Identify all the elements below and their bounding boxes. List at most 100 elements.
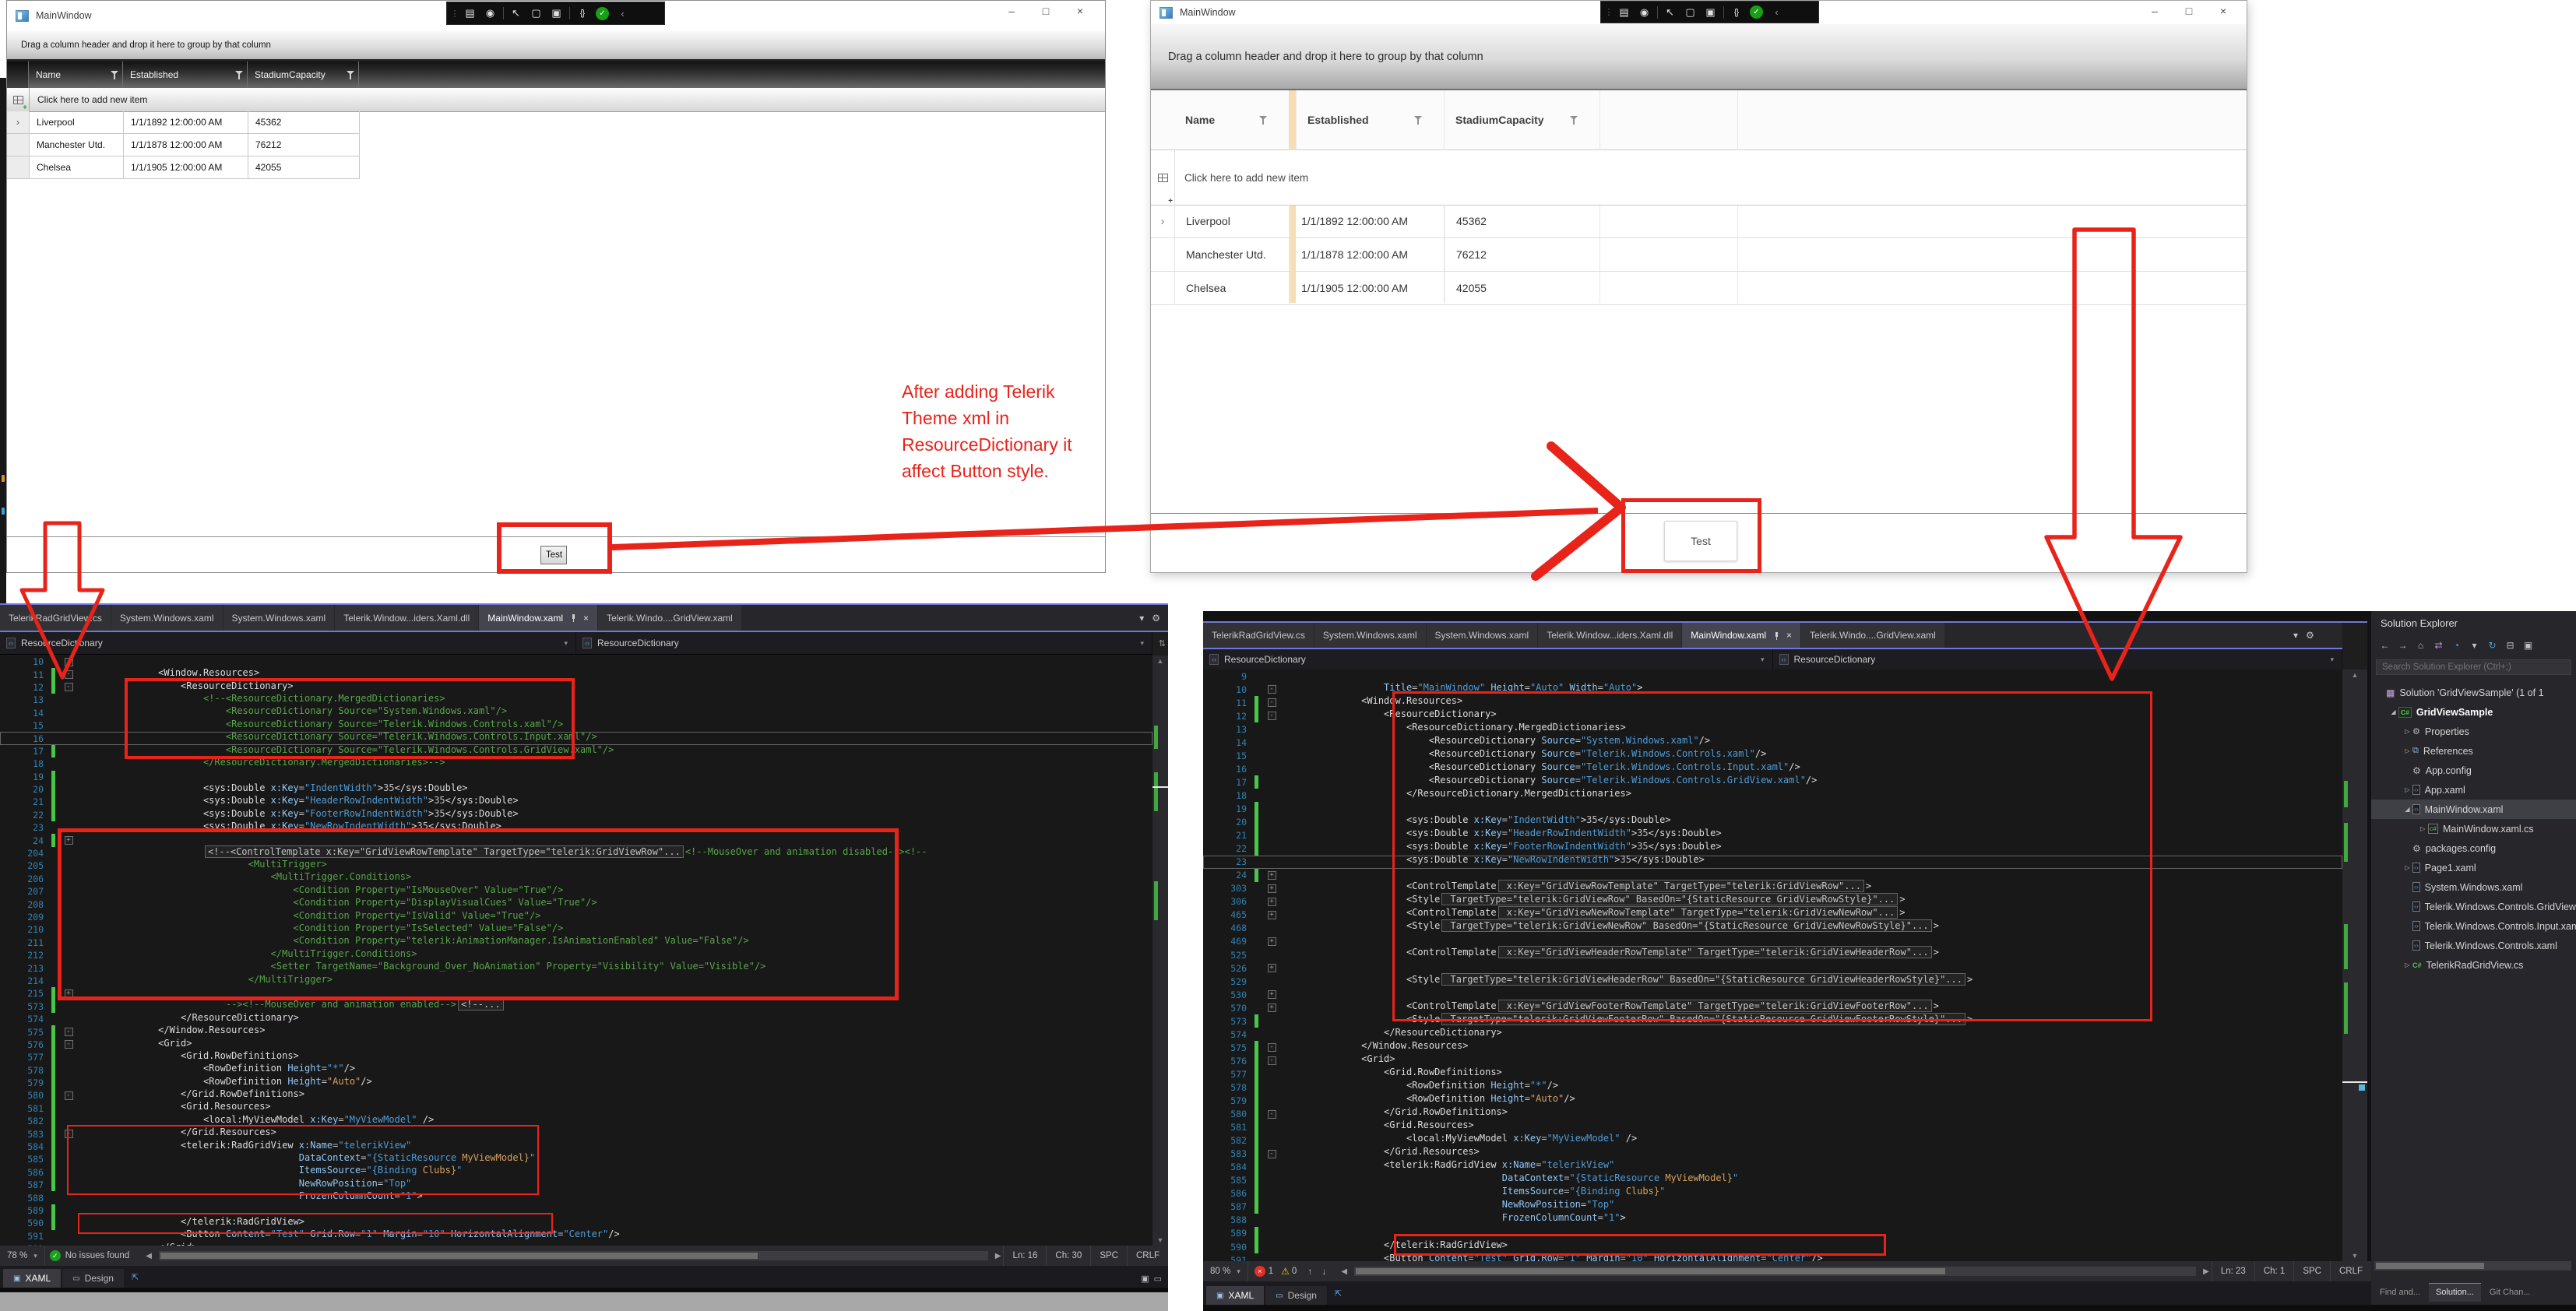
editor-tab[interactable]: System.Windows.xaml ×: [223, 605, 335, 631]
status-eol[interactable]: CRLF: [1127, 1246, 1168, 1266]
horizontal-split-icon[interactable]: ▭: [1154, 1274, 1162, 1284]
scroll-left-icon[interactable]: ◀: [143, 1252, 154, 1260]
search-input[interactable]: [2376, 659, 2571, 675]
tab-xaml[interactable]: ▣XAML: [3, 1269, 61, 1288]
panel-tab[interactable]: Git Chan...: [2483, 1283, 2538, 1302]
scroll-right-icon[interactable]: ▶: [993, 1252, 1004, 1260]
editor-tab[interactable]: Telerik.Windo....GridView.xaml ×: [1801, 623, 1944, 648]
fold-toggle[interactable]: -: [1268, 1110, 1276, 1119]
filter-icon[interactable]: [1570, 116, 1578, 125]
fold-toggle[interactable]: -: [1268, 1150, 1276, 1158]
fold-toggle[interactable]: +: [1268, 937, 1276, 946]
filter-icon[interactable]: [235, 71, 243, 79]
group-by-panel[interactable]: Drag a column header and drop it here to…: [1151, 24, 2247, 90]
fold-toggle[interactable]: +: [1268, 990, 1276, 999]
tree-item[interactable]: ⚙ packages.config: [2371, 838, 2576, 858]
split-editor-icon[interactable]: ⇅: [1159, 638, 1166, 648]
minimize-button[interactable]: –: [994, 1, 1029, 21]
filter-icon[interactable]: [347, 71, 354, 79]
vertical-scrollbar[interactable]: ▲ ▼: [1153, 656, 1168, 1246]
tab-list-icon[interactable]: ▾: [1139, 613, 1144, 624]
close-icon[interactable]: ×: [583, 613, 589, 624]
scroll-up-icon[interactable]: ▲: [2342, 671, 2367, 679]
column-header-established[interactable]: Established: [1296, 90, 1444, 149]
horizontal-scrollbar[interactable]: [1354, 1267, 2196, 1276]
panel-tab[interactable]: Find and...: [2373, 1283, 2427, 1302]
popout-icon[interactable]: ⇱: [1335, 1288, 1342, 1299]
fold-toggle[interactable]: -: [65, 1028, 73, 1036]
gear-icon[interactable]: ⚙: [1152, 613, 1160, 624]
hot-reload-icon[interactable]: {}: [1726, 4, 1746, 21]
breadcrumb[interactable]: ‹› ResourceDictionary ▾: [0, 632, 576, 654]
fold-toggle[interactable]: +: [1268, 964, 1276, 972]
grid-row[interactable]: › Chelsea 1/1/1905 12:00:00 AM 42055: [7, 156, 360, 179]
tree-item[interactable]: ▷ ⚙ Properties: [2371, 722, 2576, 741]
selection-icon[interactable]: ▣: [1701, 4, 1720, 21]
expander-icon[interactable]: ▷: [2402, 747, 2412, 754]
breadcrumb[interactable]: ‹› ResourceDictionary ▾: [1203, 649, 1773, 670]
check-icon[interactable]: ✓: [1750, 5, 1763, 19]
add-new-item-row[interactable]: + Click here to add new item: [1151, 150, 2247, 206]
pin-icon[interactable]: [570, 614, 577, 621]
grip-icon[interactable]: ⋮: [450, 5, 459, 22]
scroll-down-icon[interactable]: ▼: [2342, 1252, 2367, 1260]
scroll-up-icon[interactable]: ▲: [1153, 657, 1168, 665]
status-spaces[interactable]: SPC: [1090, 1246, 1127, 1266]
fold-toggle[interactable]: +: [1268, 1003, 1276, 1012]
fold-toggle[interactable]: +: [65, 836, 73, 845]
display-layout-icon[interactable]: ▢: [1680, 4, 1700, 21]
prev-issue-icon[interactable]: ↑: [1307, 1266, 1312, 1277]
grid-row[interactable]: › Manchester Utd. 1/1/1878 12:00:00 AM 7…: [7, 134, 360, 156]
pin-icon[interactable]: [1773, 632, 1780, 639]
add-new-item-row[interactable]: + Click here to add new item: [7, 88, 1105, 112]
fold-toggle[interactable]: +: [1268, 871, 1276, 880]
editor-tab[interactable]: MainWindow.xaml ×: [479, 605, 597, 631]
close-button[interactable]: ×: [2206, 1, 2240, 21]
tree-item[interactable]: ‹› Telerik.Windows.Controls.GridView.xam…: [2371, 897, 2576, 916]
status-spaces[interactable]: SPC: [2293, 1261, 2330, 1281]
expander-icon[interactable]: ▷: [2418, 825, 2428, 832]
fold-toggle[interactable]: -: [65, 1091, 73, 1100]
fold-toggle[interactable]: +: [1268, 911, 1276, 919]
maximize-button[interactable]: □: [2172, 1, 2206, 21]
collapse-icon[interactable]: ‹: [1767, 4, 1786, 21]
sep-icon[interactable]: [501, 5, 505, 22]
select-element-icon[interactable]: ↖: [506, 5, 526, 22]
fold-toggle[interactable]: -: [65, 670, 73, 679]
tab-design[interactable]: ▭Design: [1265, 1286, 1327, 1305]
fold-toggle[interactable]: -: [65, 1040, 73, 1049]
chevron-down-icon[interactable]: ▾: [1140, 639, 1144, 648]
editor-tab[interactable]: Telerik.Windo....GridView.xaml ×: [598, 605, 741, 631]
editor-tab[interactable]: TelerikRadGridView.cs ×: [1203, 623, 1314, 648]
live-visual-tree-icon[interactable]: ▤: [1614, 4, 1634, 21]
maximize-button[interactable]: □: [1029, 1, 1063, 21]
display-layout-icon[interactable]: ▢: [526, 5, 546, 22]
tree-item[interactable]: ▦ Solution 'GridViewSample' (1 of 1: [2371, 683, 2576, 702]
chevron-down-icon[interactable]: ▾: [564, 639, 568, 648]
editor-tab[interactable]: System.Windows.xaml ×: [1427, 623, 1538, 648]
tree-item[interactable]: ▷ ‹› Page1.xaml: [2371, 858, 2576, 877]
forward-icon[interactable]: →: [2394, 638, 2412, 653]
breadcrumb[interactable]: ‹› ResourceDictionary ▾: [1773, 649, 2343, 670]
close-button[interactable]: ×: [1063, 1, 1097, 21]
column-header-name[interactable]: Name: [29, 62, 123, 88]
live-visual-tree-icon[interactable]: ▤: [460, 5, 480, 22]
filter-icon[interactable]: [111, 71, 118, 79]
sep-icon[interactable]: [1721, 4, 1726, 21]
code-editor[interactable]: 10 - <Window.Resources> 11 - <ResourceDi…: [0, 656, 1153, 1246]
popout-icon[interactable]: ⇱: [132, 1272, 139, 1282]
fold-toggle[interactable]: -: [1268, 685, 1276, 694]
tree-item[interactable]: ▷ ‹› App.xaml: [2371, 780, 2576, 800]
close-icon[interactable]: ×: [1786, 630, 1792, 641]
test-button[interactable]: Test: [1664, 521, 1737, 561]
code-editor[interactable]: 9 Title="MainWindow" Height="Auto" Width…: [1203, 670, 2342, 1261]
fold-toggle[interactable]: -: [1268, 712, 1276, 720]
expander-icon[interactable]: ▷: [2402, 864, 2412, 871]
record-icon[interactable]: ◉: [1635, 4, 1654, 21]
test-button[interactable]: Test: [540, 546, 567, 564]
refresh-icon[interactable]: ↻: [2483, 638, 2501, 653]
back-icon[interactable]: ←: [2376, 638, 2394, 653]
zoom-select[interactable]: 80 %▾: [1203, 1261, 1248, 1281]
breadcrumb[interactable]: ‹› ResourceDictionary ▾ ⇅: [576, 632, 1153, 654]
tree-item[interactable]: ‹› Telerik.Windows.Controls.Input.xaml: [2371, 916, 2576, 936]
